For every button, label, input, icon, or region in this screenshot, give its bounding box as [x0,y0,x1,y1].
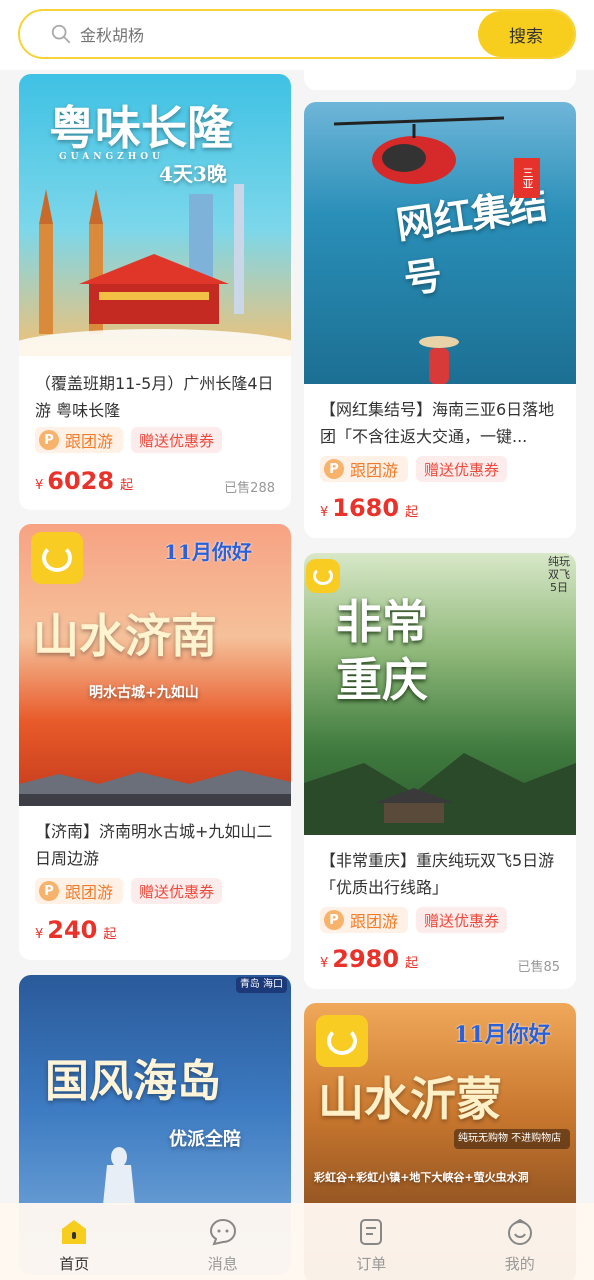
profile-icon [507,1218,532,1245]
poster-badge: 纯玩双飞5日 [548,555,570,594]
message-icon [209,1218,236,1246]
product-card[interactable]: 网红集结号 三亚 【网红集结号】海南三亚6日落地团「不含往返大交通，一键... … [304,102,576,538]
statue-illustration [103,1147,135,1205]
poster-heading: 非常重庆 [336,595,428,707]
product-title: 【济南】济南明水古城+九如山二日周边游 [35,822,273,868]
product-title: （覆盖班期11-5月）广州长隆4日游 粤味长隆 [35,374,274,420]
poster-heading: 网红集结号 [393,181,551,302]
poster-sub: 4天3晚 [159,162,227,186]
price: ¥2980 起 [320,945,419,973]
traveler-figure [419,336,459,384]
price: ¥1680 起 [320,494,419,522]
order-icon [360,1219,383,1245]
product-image: 网红集结号 三亚 [304,102,576,384]
group-tour-icon: P [324,910,344,930]
nav-item-home[interactable]: 首页 [0,1203,149,1280]
poster-sub: 明水古城+九如山 [89,685,199,701]
search-bar: 搜索 [18,9,576,59]
poster-en: GUANGZHOU [59,152,164,162]
poster-heading: 国风海岛 [45,1056,221,1107]
poster-heading: 山水济南 [33,609,217,663]
coupon-tag: 赠送优惠券 [131,427,223,453]
tour-type-tag: P 跟团游 [35,427,124,453]
tag-row: P 跟团游 赠送优惠券 [35,427,223,453]
search-header: 搜索 [0,0,594,70]
product-card[interactable]: 纯玩双飞5日 非常重庆 【非常重庆】重庆纯玩双飞5日游「优质出行线路」 P 跟团游… [304,553,576,989]
product-title: 【网红集结号】海南三亚6日落地团「不含往返大交通，一键... [320,400,555,446]
helicopter-illustration [334,116,504,184]
tour-type-tag: P 跟团游 [35,878,124,904]
group-tour-icon: P [324,459,344,479]
price: ¥240 起 [35,916,117,944]
nav-item-messages[interactable]: 消息 [149,1203,298,1280]
nav-item-profile[interactable]: 我的 [446,1203,594,1280]
poster-top: 11月你好 [454,1022,551,1048]
poster-top: 11月你好 [164,540,252,564]
search-button[interactable]: 搜索 [478,11,574,57]
poster-badge: 青岛 海口 [235,977,287,993]
tag-row: P 跟团游 赠送优惠券 [35,878,223,904]
group-tour-icon: P [39,430,59,450]
brand-logo [306,559,340,593]
coupon-tag: 赠送优惠券 [131,878,223,904]
product-title: 【非常重庆】重庆纯玩双飞5日游「优质出行线路」 [320,851,555,897]
ancient-town-roofs [19,770,291,806]
product-image: 粤味长隆 GUANGZHOU 4天3晚 [19,74,291,356]
coupon-tag: 赠送优惠券 [416,907,508,933]
tour-type-tag: P 跟团游 [320,907,409,933]
product-card[interactable]: 粤味长隆 GUANGZHOU 4天3晚 （覆盖班期11-5月）广州长隆4日游 粤… [19,74,291,510]
poster-heading: 粤味长隆 [49,101,233,155]
product-image: 11月你好 山水济南 明水古城+九如山 [19,524,291,806]
nav-item-orders[interactable]: 订单 [297,1203,446,1280]
poster-badge: 纯玩无购物 不进购物店 [454,1129,570,1149]
home-icon [62,1220,87,1244]
coupon-tag: 赠送优惠券 [416,456,508,482]
city-skyline-illustration [19,184,291,356]
brand-logo [31,532,83,584]
poster-heading: 山水沂蒙 [318,1072,502,1126]
tour-type-tag: P 跟团游 [320,456,409,482]
group-tour-icon: P [39,881,59,901]
tag-row: P 跟团游 赠送优惠券 [320,456,508,482]
poster-badge: 三亚 [514,158,540,198]
poster-sub: 优派全陪 [169,1129,241,1150]
price: ¥6028 起 [35,467,134,495]
sold-count: 已售288 [224,481,275,496]
tag-row: P 跟团游 赠送优惠券 [320,907,508,933]
mountain-village-illustration [304,753,576,835]
brand-logo [316,1015,368,1067]
search-icon [51,24,71,44]
bottom-nav: 首页 消息 订单 我的 [0,1203,594,1280]
product-card[interactable]: 11月你好 山水济南 明水古城+九如山 【济南】济南明水古城+九如山二日周边游 … [19,524,291,960]
search-input[interactable] [80,21,440,49]
sold-count: 已售85 [517,960,560,975]
poster-sub: 彩虹谷+彩虹小镇+地下大峡谷+萤火虫水洞 [314,1171,529,1184]
product-image: 纯玩双飞5日 非常重庆 [304,553,576,835]
